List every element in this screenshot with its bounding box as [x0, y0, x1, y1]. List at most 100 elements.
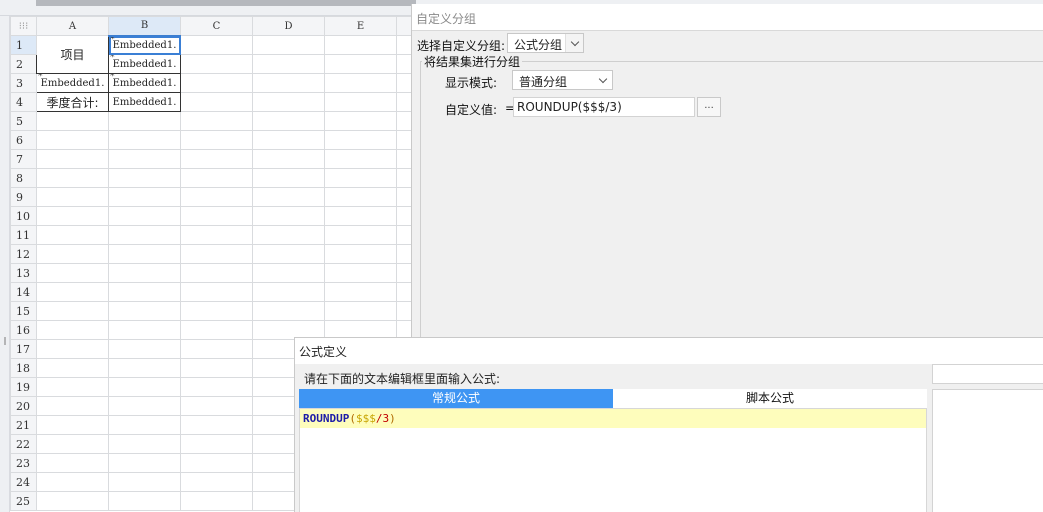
row-header[interactable]: 24	[10, 472, 37, 492]
cell[interactable]	[36, 358, 109, 378]
row-header[interactable]: 1	[10, 35, 37, 55]
cell[interactable]	[180, 377, 253, 397]
cell[interactable]	[180, 263, 253, 283]
column-header-a[interactable]: A	[36, 16, 109, 36]
cell[interactable]	[108, 111, 181, 131]
cell[interactable]	[252, 206, 325, 226]
row-header[interactable]: 4	[10, 92, 37, 112]
cell[interactable]	[252, 301, 325, 321]
row-header[interactable]: 12	[10, 244, 37, 264]
cell[interactable]	[180, 168, 253, 188]
row-header[interactable]: 15	[10, 301, 37, 321]
cell[interactable]	[36, 225, 109, 245]
cell[interactable]	[36, 149, 109, 169]
cell[interactable]	[252, 111, 325, 131]
row-header[interactable]: 19	[10, 377, 37, 397]
cell[interactable]	[108, 358, 181, 378]
cell-b4[interactable]: Embedded1.	[108, 92, 181, 112]
cell[interactable]	[180, 130, 253, 150]
row-header[interactable]: 21	[10, 415, 37, 435]
cell[interactable]	[36, 453, 109, 473]
row-header[interactable]: 7	[10, 149, 37, 169]
cell-b1[interactable]: * Embedded1.	[108, 35, 181, 55]
row-header[interactable]: 16	[10, 320, 37, 340]
group-type-select[interactable]: 公式分组	[507, 33, 584, 53]
cell[interactable]	[180, 415, 253, 435]
cell[interactable]	[36, 396, 109, 416]
tab-script-formula[interactable]: 脚本公式	[613, 389, 927, 408]
row-header[interactable]: 13	[10, 263, 37, 283]
cell[interactable]	[36, 491, 109, 511]
cell[interactable]	[180, 149, 253, 169]
cell[interactable]	[324, 35, 397, 55]
cell[interactable]	[180, 187, 253, 207]
cell[interactable]	[36, 187, 109, 207]
resize-grip-icon[interactable]: ‖	[3, 336, 7, 346]
row-header[interactable]: 6	[10, 130, 37, 150]
row-header[interactable]: 25	[10, 491, 37, 511]
cell[interactable]	[36, 301, 109, 321]
cell-a4[interactable]: 季度合计:	[36, 92, 109, 112]
cell[interactable]	[180, 396, 253, 416]
cell-b3[interactable]: * Embedded1.	[108, 73, 181, 93]
cell[interactable]	[108, 187, 181, 207]
cell[interactable]	[108, 149, 181, 169]
cell[interactable]	[180, 491, 253, 511]
cell[interactable]	[252, 35, 325, 55]
cell[interactable]	[36, 263, 109, 283]
cell[interactable]	[108, 263, 181, 283]
cell[interactable]	[108, 130, 181, 150]
cell[interactable]	[324, 244, 397, 264]
cell-a3[interactable]: * Embedded1.	[36, 73, 109, 93]
cell[interactable]	[180, 225, 253, 245]
column-header-e[interactable]: E	[324, 16, 397, 36]
custom-value-input[interactable]: ROUNDUP($$$/3)	[513, 97, 695, 117]
cell[interactable]	[108, 206, 181, 226]
row-header[interactable]: 3	[10, 73, 37, 93]
cell-a1[interactable]: 项目	[36, 35, 109, 74]
cell[interactable]	[324, 206, 397, 226]
cell[interactable]	[180, 320, 253, 340]
cell[interactable]	[108, 339, 181, 359]
row-header[interactable]: 22	[10, 434, 37, 454]
cell[interactable]	[108, 415, 181, 435]
column-header-c[interactable]: C	[180, 16, 253, 36]
cell[interactable]	[252, 73, 325, 93]
function-list[interactable]	[932, 389, 1043, 512]
cell[interactable]	[252, 282, 325, 302]
cell[interactable]	[36, 320, 109, 340]
cell[interactable]	[108, 434, 181, 454]
cell[interactable]	[108, 320, 181, 340]
tab-regular-formula[interactable]: 常规公式	[299, 389, 613, 408]
cell[interactable]	[108, 168, 181, 188]
cell[interactable]	[252, 92, 325, 112]
cell[interactable]	[36, 472, 109, 492]
cell[interactable]	[36, 244, 109, 264]
row-header[interactable]: 14	[10, 282, 37, 302]
row-header[interactable]: 11	[10, 225, 37, 245]
row-header[interactable]: 9	[10, 187, 37, 207]
cell[interactable]	[36, 415, 109, 435]
cell[interactable]	[36, 377, 109, 397]
cell[interactable]	[180, 339, 253, 359]
cell[interactable]	[180, 282, 253, 302]
scrollbar-thumb[interactable]	[36, 0, 416, 6]
cell[interactable]	[252, 244, 325, 264]
cell[interactable]	[36, 168, 109, 188]
cell[interactable]	[180, 472, 253, 492]
cell[interactable]	[180, 35, 253, 55]
formula-editor[interactable]: ROUNDUP($$$/3)	[299, 408, 927, 512]
cell[interactable]	[180, 206, 253, 226]
cell[interactable]	[252, 149, 325, 169]
cell[interactable]	[108, 472, 181, 492]
column-header-d[interactable]: D	[252, 16, 325, 36]
cell[interactable]	[180, 244, 253, 264]
cell[interactable]	[108, 396, 181, 416]
display-mode-select[interactable]: 普通分组	[512, 70, 613, 90]
cell[interactable]	[252, 54, 325, 74]
function-search-input[interactable]	[932, 364, 1043, 384]
cell[interactable]	[108, 301, 181, 321]
cell[interactable]	[324, 282, 397, 302]
cell[interactable]	[252, 168, 325, 188]
cell-b2[interactable]: * Embedded1.	[108, 54, 181, 74]
